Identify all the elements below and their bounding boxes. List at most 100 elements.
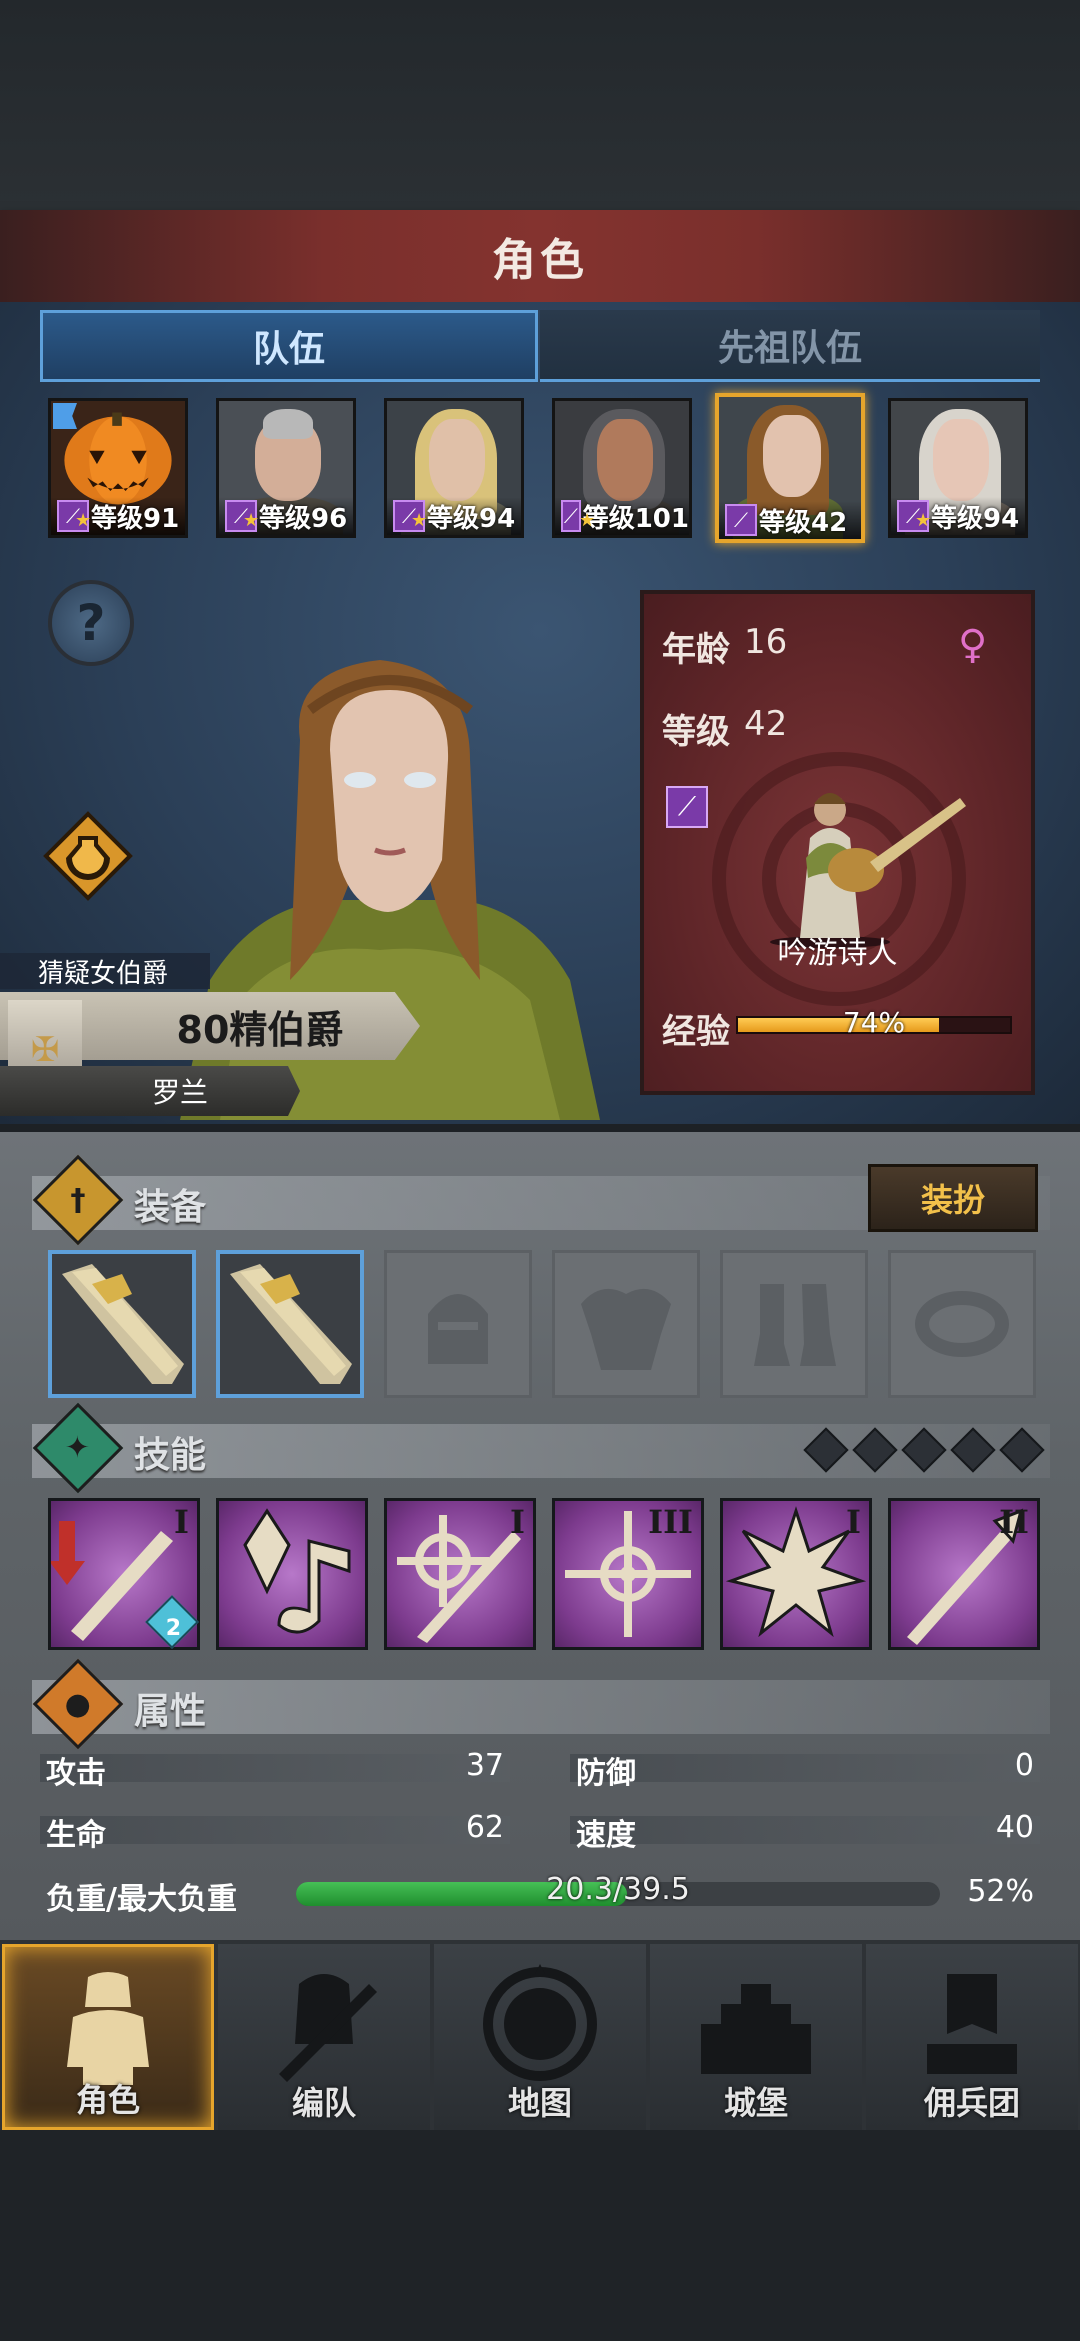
age-label: 年龄 bbox=[662, 630, 730, 670]
star-icon: ★ bbox=[579, 510, 596, 531]
hero-slot-1[interactable]: ⟋ 等级91 ★ bbox=[48, 398, 188, 538]
equip-slot-weapon[interactable] bbox=[48, 1250, 196, 1398]
hero-level-bar: ⟋ 等级96 bbox=[219, 497, 353, 535]
level-label: 等级 bbox=[662, 712, 730, 752]
exp-percent: 74% bbox=[842, 1006, 906, 1039]
hero-level-bar: ⟋ 等级42 bbox=[719, 501, 861, 539]
knight-icon bbox=[67, 1972, 149, 2085]
compass-map-icon bbox=[483, 1964, 597, 2081]
skill-card-4[interactable]: III bbox=[552, 1498, 704, 1650]
class-name: 吟游诗人 bbox=[777, 936, 898, 971]
star-icon: ★ bbox=[411, 510, 428, 531]
star-icon: ★ bbox=[243, 510, 260, 531]
attack-value: 37 bbox=[465, 1748, 504, 1783]
female-icon: ♀ bbox=[958, 622, 988, 668]
speed-label: 速度 bbox=[576, 1818, 636, 1853]
hp-value: 62 bbox=[465, 1810, 504, 1845]
golden-staff-icon bbox=[230, 1264, 352, 1384]
character-name: 罗兰 bbox=[151, 1076, 208, 1109]
nobility-title: 猜疑女伯爵 bbox=[0, 953, 210, 989]
tab-ancestor-team[interactable]: 先祖队伍 bbox=[540, 310, 1040, 382]
skill-card-1[interactable]: I 2 bbox=[48, 1498, 200, 1650]
hp-label: 生命 bbox=[46, 1818, 106, 1853]
star-icon: ★ bbox=[75, 510, 92, 531]
hero-level: 等级101 bbox=[582, 503, 689, 534]
nav-mercenary[interactable]: 佣兵团 bbox=[866, 1944, 1078, 2130]
top-status-area bbox=[0, 0, 1080, 210]
skill-rank: III bbox=[648, 1503, 693, 1541]
defense-value: 0 bbox=[1014, 1748, 1034, 1783]
skill-rank: I bbox=[174, 1503, 189, 1541]
staff-icon: ⟋ bbox=[666, 786, 708, 828]
page-title: 角色 bbox=[492, 235, 588, 286]
hero-slot-5-selected[interactable]: ⟋ 等级42 bbox=[715, 393, 865, 543]
nav-character-label: 角色 bbox=[75, 2081, 140, 2119]
mercenary-banner-icon bbox=[927, 1974, 1017, 2074]
hero-level-bar: ⟋ 等级91 bbox=[51, 497, 185, 535]
outfit-button[interactable]: 装扮 bbox=[868, 1164, 1038, 1232]
attributes-title: 属性 bbox=[134, 1691, 207, 1732]
hero-slot-4[interactable]: ⟋ 等级101 ★ bbox=[552, 398, 692, 538]
title-banner: 角色 bbox=[0, 210, 1080, 302]
bard-class-figure bbox=[770, 793, 966, 948]
level-value: 42 bbox=[744, 704, 788, 744]
hero-slot-3[interactable]: ⟋ 等级94 ★ bbox=[384, 398, 524, 538]
equip-slot-ring[interactable] bbox=[888, 1250, 1036, 1398]
hero-level: 等级94 bbox=[931, 503, 1020, 534]
tab-team-label: 队伍 bbox=[252, 329, 325, 370]
skill-card-5[interactable]: I bbox=[720, 1498, 872, 1650]
hero-level: 等级96 bbox=[259, 503, 348, 534]
golden-staff-icon bbox=[62, 1264, 184, 1384]
staff-icon: ⟋ bbox=[725, 504, 757, 536]
attack-label: 攻击 bbox=[46, 1756, 106, 1791]
equip-slot-helmet[interactable] bbox=[384, 1250, 532, 1398]
nav-formation[interactable]: 编队 bbox=[218, 1944, 430, 2130]
potion-button[interactable] bbox=[42, 810, 134, 902]
castle-icon bbox=[701, 1984, 811, 2074]
skill-badge-count: 2 bbox=[165, 1616, 181, 1641]
equip-slot-offhand[interactable] bbox=[216, 1250, 364, 1398]
equipment-title: 装备 bbox=[134, 1187, 207, 1228]
equip-slot-boots[interactable] bbox=[720, 1250, 868, 1398]
nobility-title-text: 猜疑女伯爵 bbox=[38, 958, 169, 989]
helmet-icon bbox=[428, 1294, 488, 1364]
potion-icon bbox=[43, 811, 133, 901]
boots-icon bbox=[754, 1284, 836, 1366]
hero-level-bar: ⟋ 等级94 bbox=[891, 497, 1025, 535]
skill-card-2[interactable] bbox=[216, 1498, 368, 1650]
hero-level-bar: ⟋ 等级101 bbox=[555, 497, 689, 535]
hero-level: 等级42 bbox=[759, 507, 848, 538]
helmet-sword-icon bbox=[279, 1974, 377, 2082]
nav-formation-label: 编队 bbox=[291, 2084, 356, 2122]
hero-level: 等级91 bbox=[91, 503, 180, 534]
help-button[interactable]: ? bbox=[48, 580, 134, 666]
hero-level: 等级94 bbox=[427, 503, 516, 534]
skill-card-3[interactable]: I bbox=[384, 1498, 536, 1650]
speed-value: 40 bbox=[995, 1810, 1034, 1845]
system-nav-area bbox=[0, 2130, 1080, 2341]
nav-map[interactable]: 地图 bbox=[434, 1944, 646, 2130]
hero-slot-2[interactable]: ⟋ 等级96 ★ bbox=[216, 398, 356, 538]
exp-label: 经验 bbox=[662, 1012, 730, 1052]
tab-ancestor-label: 先祖队伍 bbox=[717, 327, 862, 369]
hero-level-bar: ⟋ 等级94 bbox=[387, 497, 521, 535]
outfit-button-label: 装扮 bbox=[920, 1181, 985, 1219]
defense-label: 防御 bbox=[576, 1756, 636, 1791]
hero-slot-6[interactable]: ⟋ 等级94 ★ bbox=[888, 398, 1028, 538]
equip-slot-armor[interactable] bbox=[552, 1250, 700, 1398]
music-crystal-icon bbox=[243, 1508, 351, 1634]
nav-mercenary-label: 佣兵团 bbox=[923, 2084, 1020, 2122]
load-value: 20.3/39.5 bbox=[546, 1872, 690, 1907]
skill-rank: I bbox=[510, 1503, 525, 1541]
armor-icon bbox=[581, 1288, 671, 1370]
question-icon: ? bbox=[76, 594, 106, 652]
skill-rank: II bbox=[999, 1503, 1029, 1541]
nav-castle[interactable]: 城堡 bbox=[650, 1944, 862, 2130]
tab-team[interactable]: 队伍 bbox=[40, 310, 538, 382]
rank-text: 80精伯爵 bbox=[176, 1007, 344, 1052]
skill-card-6[interactable]: II bbox=[888, 1498, 1040, 1650]
skill-rank: I bbox=[846, 1503, 861, 1541]
age-value: 16 bbox=[744, 622, 788, 662]
load-label: 负重/最大负重 bbox=[46, 1882, 237, 1917]
nav-character[interactable]: 角色 bbox=[2, 1944, 214, 2130]
